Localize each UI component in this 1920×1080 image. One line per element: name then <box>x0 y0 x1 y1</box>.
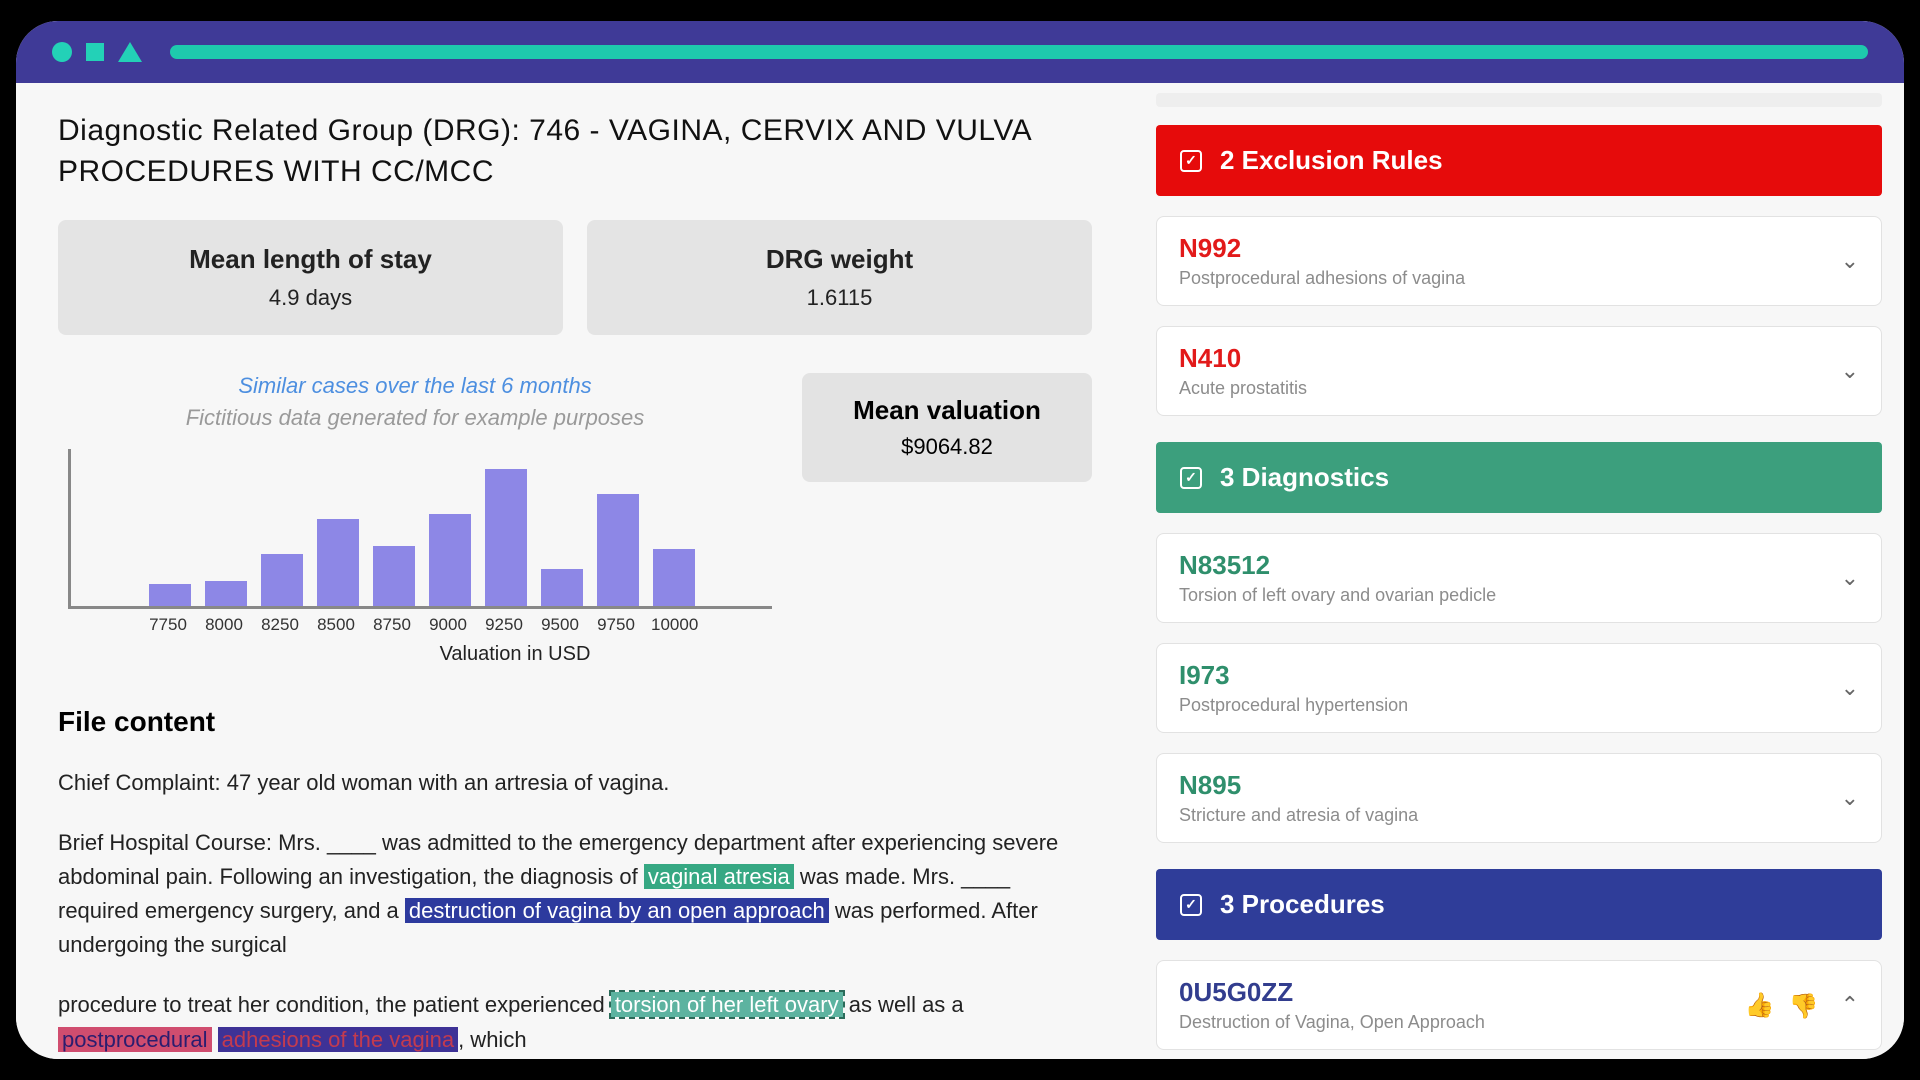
chart-subtitle: Fictitious data generated for example pu… <box>58 405 772 431</box>
chevron-down-icon[interactable]: ⌄ <box>1841 675 1859 701</box>
main-content: Diagnostic Related Group (DRG): 746 - VA… <box>16 83 1134 1059</box>
course-text: as well as a <box>843 992 964 1017</box>
item-desc: Stricture and atresia of vagina <box>1179 805 1418 826</box>
check-icon: ✓ <box>1180 150 1202 172</box>
titlebar <box>16 21 1904 83</box>
mean-valuation-card: Mean valuation $9064.82 <box>802 373 1092 482</box>
side-panel: ✓ 2 Exclusion Rules N992 Postprocedural a… <box>1134 83 1904 1059</box>
panel-strip <box>1156 93 1882 107</box>
chart-bars <box>68 449 772 609</box>
chevron-up-icon[interactable]: ⌃ <box>1841 992 1859 1018</box>
window-control-icons <box>52 42 142 62</box>
thumbs-up-icon[interactable]: 👍 <box>1745 991 1775 1020</box>
procedures-header[interactable]: ✓ 3 Procedures <box>1156 869 1882 940</box>
file-content-body: Chief Complaint: 47 year old woman with … <box>58 766 1092 1057</box>
triangle-icon <box>118 42 142 62</box>
item-desc: Acute prostatitis <box>1179 378 1307 399</box>
list-item[interactable]: N895 Stricture and atresia of vagina ⌄ <box>1156 753 1882 843</box>
chart-xtick: 8750 <box>371 615 413 635</box>
exclusion-rules-title: 2 Exclusion Rules <box>1220 145 1443 176</box>
chart-bar <box>317 519 359 607</box>
stat-cards-row: Mean length of stay 4.9 days DRG weight … <box>58 220 1092 335</box>
chart-bar <box>149 584 191 607</box>
mean-los-value: 4.9 days <box>78 285 543 311</box>
chart-bar <box>653 549 695 607</box>
chart-xtick: 9750 <box>595 615 637 635</box>
chart-xtick: 7750 <box>147 615 189 635</box>
chart-xtick: 8250 <box>259 615 301 635</box>
list-item[interactable]: N992 Postprocedural adhesions of vagina ⌄ <box>1156 216 1882 306</box>
chart-column: Similar cases over the last 6 months Fic… <box>58 373 772 666</box>
drg-title: Diagnostic Related Group (DRG): 746 - VA… <box>58 111 1092 192</box>
chart-title: Similar cases over the last 6 months <box>58 373 772 399</box>
viewport: Diagnostic Related Group (DRG): 746 - VA… <box>16 83 1904 1059</box>
drg-weight-card: DRG weight 1.6115 <box>587 220 1092 335</box>
highlight-procedure: destruction of vagina by an open approac… <box>405 898 829 923</box>
square-icon <box>86 43 104 61</box>
chart-bar <box>373 546 415 606</box>
chart-bar <box>429 514 471 607</box>
chart-xtick: 9000 <box>427 615 469 635</box>
list-item[interactable]: N83512 Torsion of left ovary and ovarian … <box>1156 533 1882 623</box>
diagnostics-header[interactable]: ✓ 3 Diagnostics <box>1156 442 1882 513</box>
list-item[interactable]: 0U5G0ZZ Destruction of Vagina, Open Appro… <box>1156 960 1882 1050</box>
course-text: procedure to treat her condition, the pa… <box>58 992 611 1017</box>
item-code: I973 <box>1179 660 1408 691</box>
chief-complaint: Chief Complaint: 47 year old woman with … <box>58 766 1092 800</box>
chart-bar <box>541 569 583 607</box>
highlight-exclusion: postprocedural <box>58 1027 212 1052</box>
list-item[interactable]: N410 Acute prostatitis ⌄ <box>1156 326 1882 416</box>
item-code: N410 <box>1179 343 1307 374</box>
highlight-finding: torsion of her left ovary <box>611 992 843 1017</box>
procedures-title: 3 Procedures <box>1220 889 1385 920</box>
item-code: N895 <box>1179 770 1418 801</box>
list-item[interactable]: I973 Postprocedural hypertension ⌄ <box>1156 643 1882 733</box>
chevron-down-icon[interactable]: ⌄ <box>1841 785 1859 811</box>
chevron-down-icon[interactable]: ⌄ <box>1841 248 1859 274</box>
highlight-diagnosis: vaginal atresia <box>644 864 794 889</box>
chart-bar <box>261 554 303 607</box>
mean-valuation-value: $9064.82 <box>820 434 1074 460</box>
app-window: Diagnostic Related Group (DRG): 746 - VA… <box>10 15 1910 1065</box>
check-icon: ✓ <box>1180 467 1202 489</box>
mean-los-label: Mean length of stay <box>78 244 543 275</box>
item-code: N83512 <box>1179 550 1496 581</box>
drg-weight-label: DRG weight <box>607 244 1072 275</box>
chart-bar <box>597 494 639 607</box>
item-code: 0U5G0ZZ <box>1179 977 1485 1008</box>
chart-xtick: 9500 <box>539 615 581 635</box>
file-content-heading: File content <box>58 706 1092 738</box>
highlight-exclusion: adhesions of the vagina <box>218 1027 458 1052</box>
chevron-down-icon[interactable]: ⌄ <box>1841 358 1859 384</box>
chart-area: Similar cases over the last 6 months Fic… <box>58 373 1092 666</box>
item-desc: Torsion of left ovary and ovarian pedicl… <box>1179 585 1496 606</box>
chart-bar <box>205 581 247 606</box>
item-desc: Postprocedural adhesions of vagina <box>1179 268 1465 289</box>
diagnostics-title: 3 Diagnostics <box>1220 462 1389 493</box>
thumbs-down-icon[interactable]: 👍 <box>1789 991 1819 1020</box>
item-code: N992 <box>1179 233 1465 264</box>
chart-xtick: 8500 <box>315 615 357 635</box>
item-desc: Postprocedural hypertension <box>1179 695 1408 716</box>
drg-weight-value: 1.6115 <box>607 285 1072 311</box>
chart-xticks: 7750 8000 8250 8500 8750 9000 9250 9500 9750 1000… <box>68 615 772 635</box>
chart-xtick: 10000 <box>651 615 693 635</box>
course-text: , which <box>458 1027 526 1052</box>
chart-xlabel: Valuation in USD <box>258 643 772 666</box>
chevron-down-icon[interactable]: ⌄ <box>1841 565 1859 591</box>
chart-xtick: 8000 <box>203 615 245 635</box>
course-para-2: procedure to treat her condition, the pa… <box>58 988 1092 1056</box>
item-desc: Destruction of Vagina, Open Approach <box>1179 1012 1485 1033</box>
check-icon: ✓ <box>1180 894 1202 916</box>
exclusion-rules-header[interactable]: ✓ 2 Exclusion Rules <box>1156 125 1882 196</box>
chart-bar <box>485 469 527 607</box>
course-para-1: Brief Hospital Course: Mrs. ____ was adm… <box>58 826 1092 962</box>
circle-icon <box>52 42 72 62</box>
mean-valuation-label: Mean valuation <box>820 395 1074 426</box>
chart-xtick: 9250 <box>483 615 525 635</box>
mean-los-card: Mean length of stay 4.9 days <box>58 220 563 335</box>
address-bar[interactable] <box>170 45 1868 59</box>
